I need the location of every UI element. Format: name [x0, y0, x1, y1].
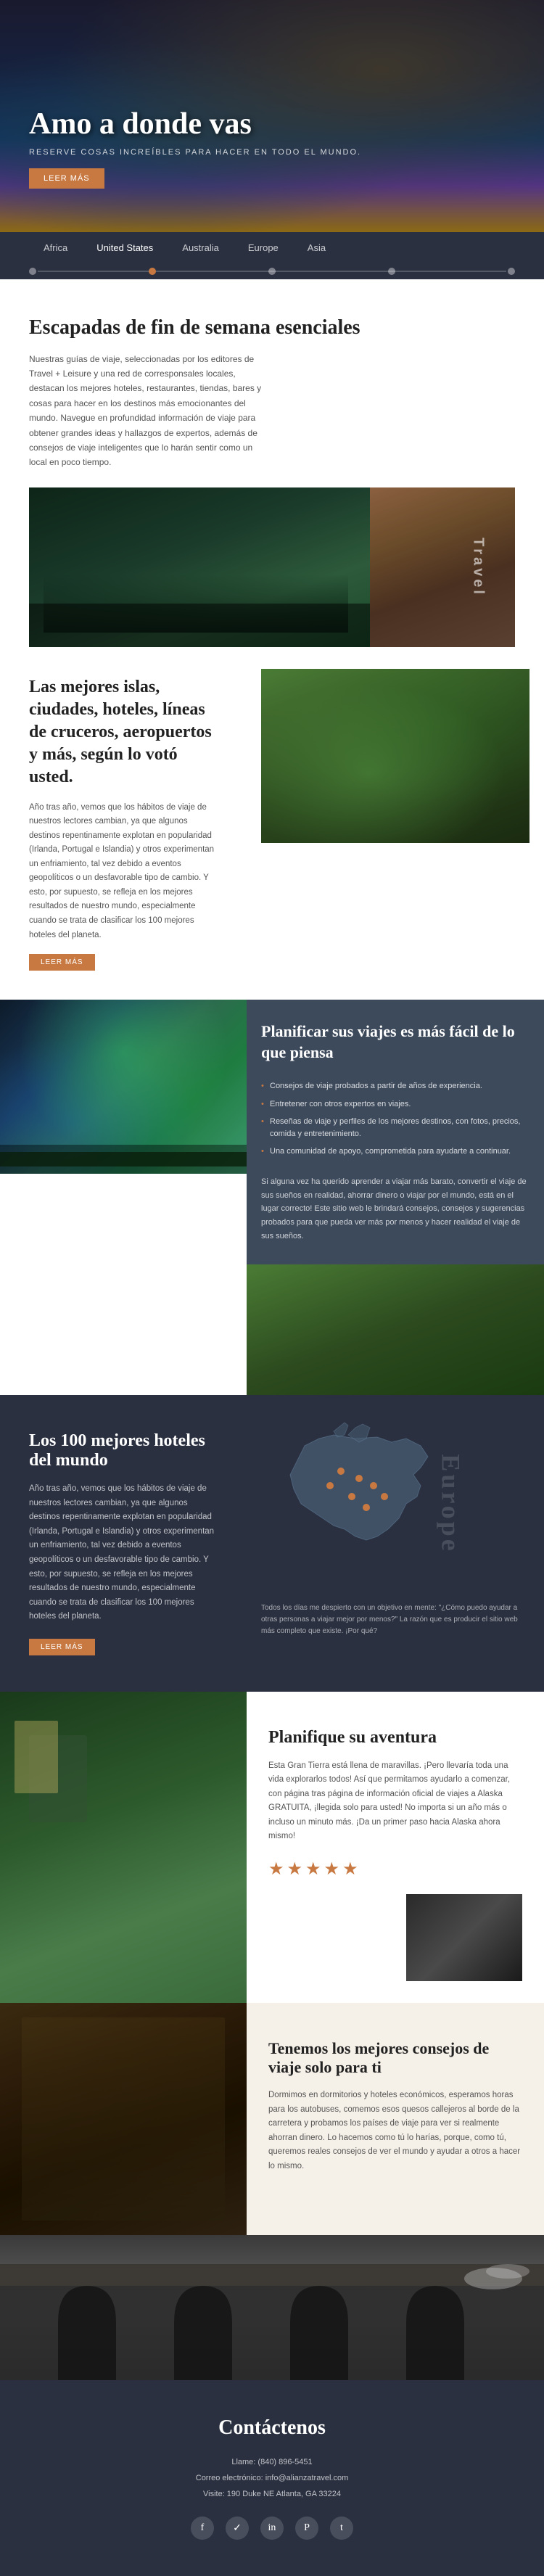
nav-tabs-inner: Africa United States Australia Europe As… [0, 232, 544, 263]
sidebar-item-asia[interactable]: Asia [293, 232, 340, 263]
plan-list-item-1: Consejos de viaje probados a partir de a… [261, 1077, 529, 1095]
aurora-image [0, 1000, 247, 1174]
twitter-icon[interactable]: ✓ [226, 2517, 249, 2540]
linkedin-icon[interactable]: in [260, 2517, 284, 2540]
nav-tabs: Africa United States Australia Europe As… [0, 232, 544, 279]
tips-right: Tenemos los mejores consejos de viaje so… [247, 2003, 544, 2235]
indicator-dot-europe [388, 268, 395, 275]
pinterest-icon[interactable]: P [295, 2517, 318, 2540]
islands-right [247, 647, 544, 1000]
adventure-text: Esta Gran Tierra está llena de maravilla… [268, 1759, 522, 1844]
aurora-row: Planificar sus viajes es más fácil de lo… [0, 1000, 544, 1264]
indicator-dot-us [149, 268, 156, 275]
highland-cow-image: Travel [370, 487, 515, 647]
social-icons: f ✓ in P t [29, 2517, 515, 2540]
weekend-img-col [281, 352, 515, 470]
weekend-columns: Nuestras guías de viaje, seleccionadas p… [29, 352, 515, 470]
hotels-left: Los 100 mejores hoteles del mundo Año tr… [0, 1395, 247, 1691]
plan-title: Planificar sus viajes es más fácil de lo… [261, 1021, 529, 1063]
indicator-dot-africa [29, 268, 36, 275]
travel-label: Travel [470, 538, 487, 597]
plan-list-item-3: Reseñas de viaje y perfiles de los mejor… [261, 1113, 529, 1143]
islands-title: Las mejores islas, ciudades, hoteles, lí… [29, 676, 218, 789]
indicator-dot-asia [508, 268, 515, 275]
plan-list-item-4: Una comunidad de apoyo, comprometida par… [261, 1143, 529, 1161]
islands-cta-button[interactable]: LEER MÁS [29, 954, 95, 971]
adventure-small-image [406, 1894, 522, 1981]
tab-indicator-bar [0, 263, 544, 279]
islands-text: Año tras año, vemos que los hábitos de v… [29, 801, 218, 942]
weekend-text: Nuestras guías de viaje, seleccionadas p… [29, 352, 263, 470]
europe-map-svg [261, 1417, 464, 1576]
facebook-icon[interactable]: f [191, 2517, 214, 2540]
weekend-title: Escapadas de fin de semana esenciales [29, 316, 515, 340]
hero-content: Amo a donde vas RESERVE COSAS INCREÍBLES… [29, 107, 361, 189]
contact-title: Contáctenos [29, 2416, 515, 2440]
contact-section: Contáctenos Llame: (840) 896-5451 Correo… [0, 2380, 544, 2576]
instagram-icon[interactable]: t [330, 2517, 353, 2540]
tips-section: Tenemos los mejores consejos de viaje so… [0, 2003, 544, 2235]
adventure-title: Planifique su aventura [268, 1728, 522, 1748]
adventure-right: Planifique su aventura Esta Gran Tierra … [247, 1692, 544, 2003]
plan-img-row [0, 1264, 544, 1395]
hotels-right: Europe Todos los días me despierto con u… [247, 1395, 544, 1691]
islands-section: Las mejores islas, ciudades, hoteles, lí… [0, 647, 544, 1000]
train-section [0, 2235, 544, 2380]
hotels-quote-text: Todos los días me despierto con un objet… [261, 1604, 518, 1635]
indicator-dot-australia [268, 268, 276, 275]
tips-text: Dormimos en dormitorios y hoteles económ… [268, 2089, 522, 2173]
contact-address: Visite: 190 Duke NE Atlanta, GA 33224 [29, 2486, 515, 2502]
hero-subtitle: RESERVE COSAS INCREÍBLES PARA HACER EN T… [29, 148, 361, 157]
adventure-section: Planifique su aventura Esta Gran Tierra … [0, 1692, 544, 2003]
plan-landscape-image [247, 1264, 544, 1395]
hotels-quote: Todos los días me despierto con un objet… [261, 1602, 529, 1637]
adventure-image [0, 1692, 247, 2003]
hotels-cta-button[interactable]: LEER MÁS [29, 1639, 95, 1655]
plan-text: Si alguna vez ha querido aprender a viaj… [261, 1175, 529, 1243]
europe-label: Europe [435, 1454, 466, 1554]
sidebar-item-united-states[interactable]: United States [82, 232, 168, 263]
plan-list-item-2: Entretener con otros expertos en viajes. [261, 1095, 529, 1114]
hotels-title: Los 100 mejores hoteles del mundo [29, 1431, 218, 1470]
plan-left: Planificar sus viajes es más fácil de lo… [261, 1021, 529, 1243]
hotels-text: Año tras año, vemos que los hábitos de v… [29, 1482, 218, 1624]
sidebar-item-africa[interactable]: Africa [29, 232, 82, 263]
mountain-image [29, 487, 370, 647]
plan-section: Planificar sus viajes es más fácil de lo… [247, 1000, 544, 1264]
sidebar-item-europe[interactable]: Europe [234, 232, 293, 263]
contact-phone: Llame: (840) 896-5451 [29, 2454, 515, 2470]
train-arches-svg [0, 2264, 544, 2380]
weekend-text-col: Nuestras guías de viaje, seleccionadas p… [29, 352, 263, 470]
tips-image [0, 2003, 247, 2235]
weekend-images: Travel [29, 487, 515, 647]
islands-left: Las mejores islas, ciudades, hoteles, lí… [0, 647, 247, 1000]
hero-title: Amo a donde vas [29, 107, 361, 141]
europe-map: Europe [261, 1417, 493, 1591]
sidebar-item-australia[interactable]: Australia [168, 232, 234, 263]
hero-cta-button[interactable]: LEER MÁS [29, 168, 104, 189]
weekend-section: Escapadas de fin de semana esenciales Nu… [0, 279, 544, 647]
plan-list: Consejos de viaje probados a partir de a… [261, 1077, 529, 1161]
hero-section: Amo a donde vas RESERVE COSAS INCREÍBLES… [0, 0, 544, 232]
contact-info: Llame: (840) 896-5451 Correo electrónico… [29, 2454, 515, 2502]
adventure-stars: ★★★★★ [268, 1859, 522, 1880]
hotels-section: Los 100 mejores hoteles del mundo Año tr… [0, 1395, 544, 1691]
contact-email: Correo electrónico: info@alianzatravel.c… [29, 2470, 515, 2486]
tips-title: Tenemos los mejores consejos de viaje so… [268, 2039, 522, 2077]
